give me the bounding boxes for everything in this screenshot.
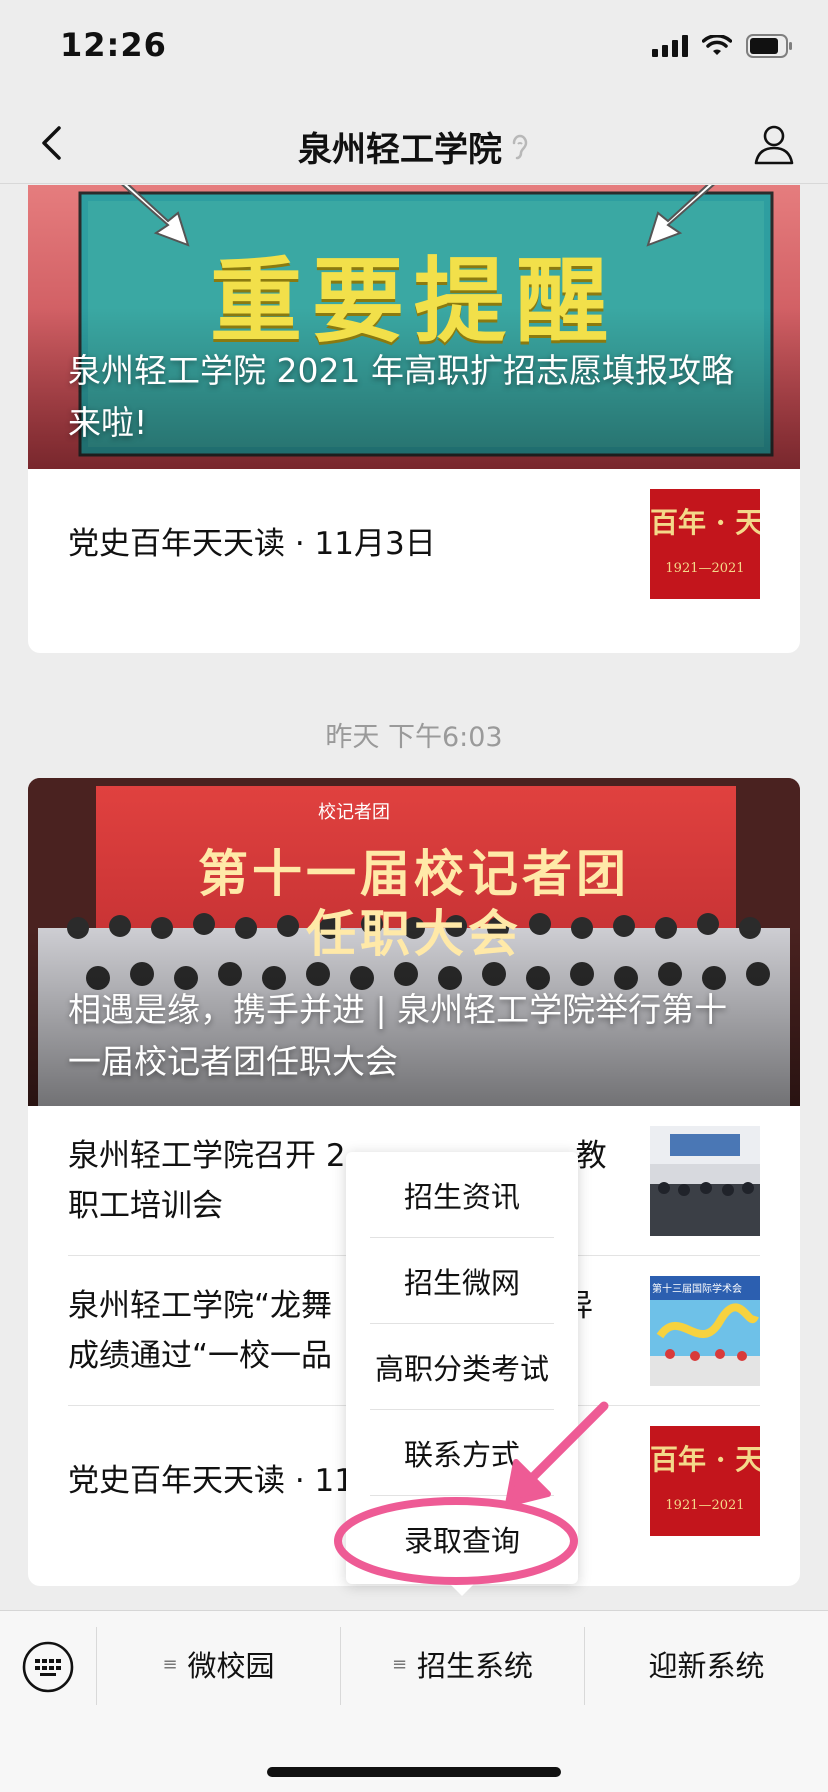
thumbnail-text: 第十三届国际学术会 bbox=[652, 1283, 742, 1295]
status-time: 12:26 bbox=[60, 26, 167, 64]
menu-item-contact[interactable]: 联系方式 bbox=[370, 1410, 554, 1496]
thumbnail-subtext: 1921—2021 bbox=[665, 1498, 745, 1513]
menu-weixiaoyuan[interactable]: ≡ 微校园 bbox=[97, 1611, 340, 1717]
menu-item-admission-microsite[interactable]: 招生微网 bbox=[370, 1238, 554, 1324]
article-thumbnail: 百年 · 天 1921—2021 bbox=[650, 489, 760, 599]
message-timestamp: 昨天 下午6:03 bbox=[325, 722, 503, 753]
thumbnail-subtext: 1921—2021 bbox=[665, 561, 745, 576]
account-name: 泉州轻工学院 bbox=[298, 130, 502, 170]
thumbnail-text: 百年 · 天 bbox=[650, 1443, 760, 1476]
article-thumbnail: 第十三届国际学术会 bbox=[650, 1275, 760, 1386]
cover-banner-text-2: 任职大会 bbox=[306, 904, 522, 963]
status-bar: 12:26 bbox=[0, 0, 828, 104]
article-cover[interactable]: 重要提醒 泉州轻工学院 2021 年高职扩招志愿填报攻略来啦! bbox=[28, 185, 800, 469]
menu-admission-system[interactable]: ≡ 招生系统 bbox=[341, 1611, 584, 1717]
nav-title: 泉州轻工学院 bbox=[0, 122, 828, 171]
submenu-popup: 招生资讯 招生微网 高职分类考试 联系方式 录取查询 bbox=[346, 1152, 578, 1596]
battery-icon bbox=[746, 34, 792, 58]
article-cover-title: 泉州轻工学院 2021 年高职扩招志愿填报攻略来啦! bbox=[68, 351, 734, 442]
article-title: 党史百年天天读 · 11月3日 bbox=[68, 526, 436, 562]
thumbnail-text: 百年 · 天 bbox=[650, 506, 760, 539]
bottom-menu-bar: ≡ 微校园 ≡ 招生系统 迎新系统 bbox=[0, 1610, 828, 1792]
menu-item-admission-query[interactable]: 录取查询 bbox=[370, 1496, 554, 1582]
submenu-indicator-icon: ≡ bbox=[391, 1653, 408, 1675]
profile-button[interactable] bbox=[746, 116, 802, 172]
nav-bar: 泉州轻工学院 bbox=[0, 104, 828, 184]
status-icons bbox=[652, 34, 794, 58]
submenu-indicator-icon: ≡ bbox=[162, 1653, 178, 1675]
article-cover[interactable]: 校记者团 第十一届校记者团 任职大会 相遇是缘，携手并进 | 泉州轻工学院举行第… bbox=[28, 778, 800, 1106]
menu-welcome-system[interactable]: 迎新系统 bbox=[585, 1611, 828, 1717]
user-icon bbox=[754, 125, 794, 165]
article-list-item[interactable]: 党史百年天天读 · 11月3日 百年 · 天 1921—2021 bbox=[68, 469, 760, 619]
article-group-card: 重要提醒 泉州轻工学院 2021 年高职扩招志愿填报攻略来啦! 党史百年天天读 … bbox=[28, 185, 800, 653]
keyboard-icon bbox=[22, 1641, 74, 1693]
cover-org-text: 校记者团 bbox=[318, 802, 390, 823]
article-cover-title: 相遇是缘，携手并进 | 泉州轻工学院举行第十一届校记者团任职大会 bbox=[68, 990, 728, 1081]
cellular-signal-icon bbox=[652, 35, 688, 57]
wifi-icon bbox=[702, 35, 732, 55]
meeting-photo bbox=[650, 1125, 760, 1236]
keyboard-toggle-button[interactable] bbox=[20, 1639, 76, 1695]
ear-icon bbox=[512, 134, 528, 159]
article-thumbnail bbox=[650, 1125, 760, 1236]
menu-item-admission-news[interactable]: 招生资讯 bbox=[370, 1152, 554, 1238]
home-indicator bbox=[267, 1767, 561, 1777]
cover-banner-text: 重要提醒 bbox=[209, 248, 618, 355]
menu-item-vocational-exam[interactable]: 高职分类考试 bbox=[370, 1324, 554, 1410]
article-thumbnail: 百年 · 天 1921—2021 bbox=[650, 1426, 760, 1536]
